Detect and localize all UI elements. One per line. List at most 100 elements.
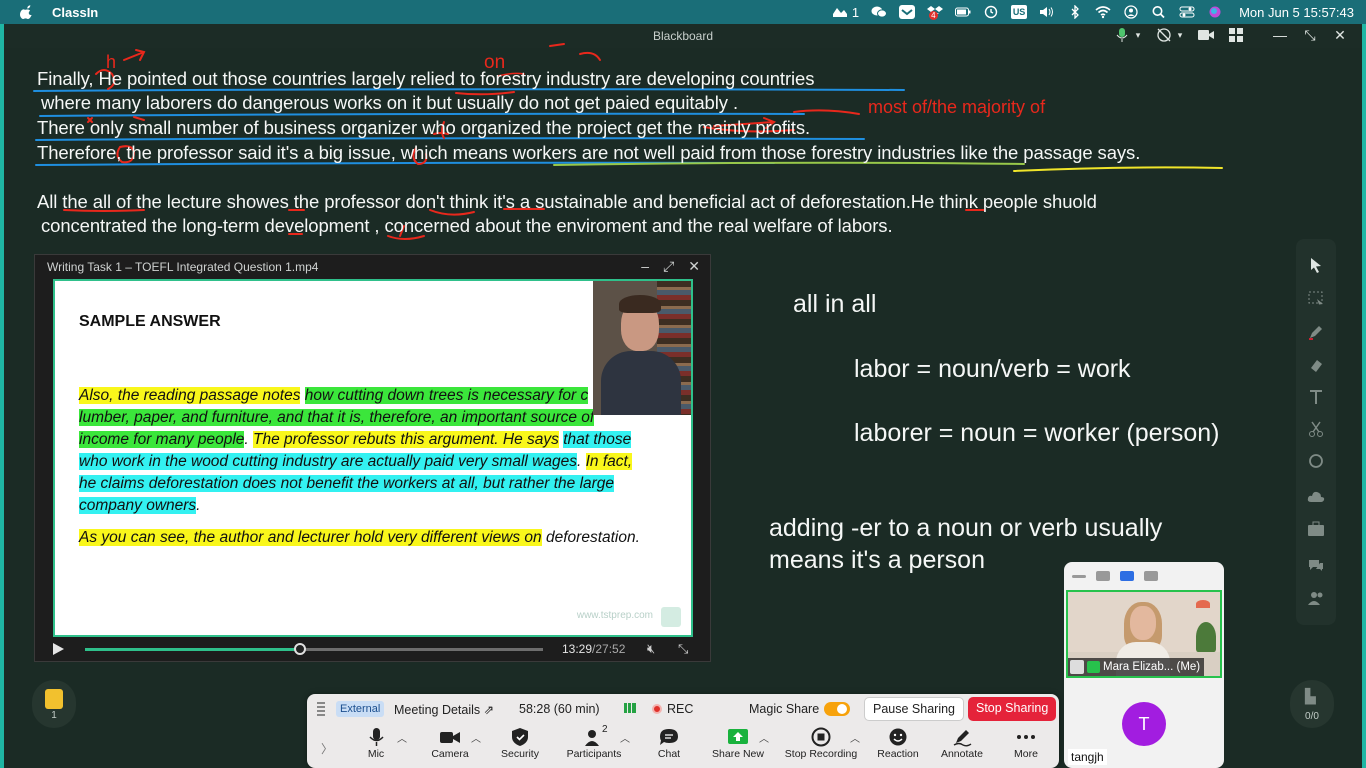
minimize-video-icon[interactable] (1072, 574, 1086, 578)
menu-clock[interactable]: Mon Jun 5 15:57:43 (1239, 5, 1354, 20)
shield-icon (512, 728, 528, 746)
spotlight-search-icon[interactable] (1151, 5, 1167, 19)
classin-tray-icon[interactable] (899, 5, 916, 19)
sharing-indicator-icon (1087, 661, 1100, 673)
microphone-icon[interactable] (1114, 27, 1130, 43)
volume-icon[interactable] (1039, 5, 1055, 19)
control-center-icon[interactable] (1179, 5, 1195, 19)
dropbox-icon[interactable]: 4 (927, 5, 944, 20)
gallery-view-icon[interactable] (1144, 571, 1158, 581)
eraser-tool-icon[interactable] (1306, 451, 1326, 471)
highlighter-tool-icon[interactable] (1306, 355, 1326, 375)
video-seekbar: 13:29/27:52 🔇︎ ⤡ (35, 637, 710, 661)
document-button[interactable]: 1 (32, 680, 76, 728)
magic-share-toggle[interactable] (824, 702, 850, 716)
reaction-button[interactable]: Reaction (865, 726, 931, 766)
rec-label: REC (667, 702, 694, 716)
bluetooth-icon[interactable] (1067, 5, 1083, 19)
participants-options-caret[interactable]: ︿ (620, 730, 630, 745)
page-button[interactable]: ▙ 0/0 (1290, 680, 1334, 728)
members-tool-icon[interactable] (1306, 588, 1326, 608)
mic-options-caret[interactable]: ︿ (397, 730, 407, 745)
chat-button[interactable]: Chat (636, 726, 702, 766)
participant-avatar[interactable]: T (1122, 702, 1166, 746)
highlight-cyan: that those (563, 431, 632, 448)
battery-icon[interactable] (955, 5, 971, 19)
highlight-cyan: company owners (79, 497, 197, 514)
participant-name: tangjh (1068, 749, 1107, 765)
self-video-tile[interactable]: Mara Elizab... (Me) (1066, 590, 1222, 678)
close-icon[interactable]: ✕ (1332, 27, 1348, 43)
note-adding-line1: adding -er to a noun or verb usually (769, 514, 1163, 542)
window-titlebar: Blackboard ▾ ▾ — ⤡ ✕ (4, 24, 1362, 48)
video-icon[interactable] (1198, 27, 1214, 43)
camera-options-caret[interactable]: ︿ (471, 730, 481, 745)
text-tool-icon[interactable] (1306, 387, 1326, 407)
dropdown-caret-icon[interactable]: ▾ (1176, 27, 1184, 43)
speaker-view-icon[interactable] (1096, 571, 1110, 581)
collapse-chevron-icon[interactable]: 〉 (321, 740, 333, 757)
seek-track[interactable] (85, 643, 543, 655)
more-button[interactable]: More (993, 726, 1059, 766)
cloud-tool-icon[interactable] (1306, 487, 1326, 507)
app-name[interactable]: ClassIn (52, 5, 98, 20)
wechat-icon[interactable] (871, 5, 888, 19)
pointer-tool-icon[interactable] (1306, 255, 1326, 275)
stop-sharing-button[interactable]: Stop Sharing (968, 697, 1057, 721)
fullscreen-icon[interactable]: ⤢ (663, 258, 674, 275)
exit-fullscreen-icon[interactable]: ⤡ (678, 641, 688, 657)
menu-bar: ClassIn 1 4 US Mon Jun 5 15:57:43 (0, 0, 1366, 24)
recording-options-caret[interactable]: ︿ (850, 730, 860, 745)
pen-tool-icon[interactable] (1306, 322, 1326, 342)
user-icon (1070, 660, 1084, 674)
reaction-label: Reaction (877, 748, 919, 760)
wifi-icon[interactable] (1095, 5, 1111, 19)
time-current: 13:29 (562, 642, 593, 656)
teams-icon[interactable] (832, 5, 848, 19)
board-line-3: There only small number of business orga… (37, 117, 811, 138)
strip-view-icon[interactable] (1120, 571, 1134, 581)
user-account-icon[interactable] (1123, 5, 1139, 19)
apple-icon[interactable] (20, 5, 34, 19)
share-options-caret[interactable]: ︿ (759, 730, 769, 745)
restore-icon[interactable]: ⤡ (1302, 27, 1318, 43)
seek-handle[interactable] (294, 643, 307, 655)
video-player-window[interactable]: Writing Task 1 – TOEFL Integrated Questi… (34, 254, 711, 662)
scissors-tool-icon[interactable] (1306, 419, 1326, 439)
video-frame[interactable]: SAMPLE ANSWER Also, the reading passage … (53, 279, 693, 637)
share-screen-icon (728, 729, 748, 744)
self-name: Mara Elizab... (Me) (1103, 661, 1201, 673)
close-icon[interactable]: ✕ (688, 258, 700, 275)
annotate-button[interactable]: Annotate (929, 726, 995, 766)
view-mode-selector (1064, 562, 1224, 590)
selection-tool-icon[interactable] (1306, 289, 1326, 309)
stop-recording-label: Stop Recording (784, 748, 858, 760)
chat-tool-icon[interactable] (1306, 555, 1326, 575)
toolbox-icon[interactable] (1306, 519, 1326, 539)
time-machine-icon[interactable] (983, 5, 999, 19)
participants-count: 2 (602, 724, 608, 735)
camera-off-icon[interactable] (1156, 27, 1172, 43)
play-icon[interactable] (53, 643, 64, 655)
pause-sharing-button[interactable]: Pause Sharing (864, 697, 965, 721)
layout-grid-icon[interactable] (1228, 27, 1244, 43)
meeting-details-button[interactable]: Meeting Details ⇗ (394, 702, 494, 717)
board-line-1: Finally, He pointed out those countries … (37, 68, 815, 89)
mute-icon[interactable]: 🔇︎ (647, 641, 655, 657)
status-tray: 1 4 US Mon Jun 5 15:57:43 (832, 0, 1354, 24)
minimize-icon[interactable]: — (1272, 27, 1288, 43)
input-source-icon[interactable]: US (1011, 5, 1028, 19)
drag-handle[interactable] (317, 702, 325, 716)
participant-face (1130, 606, 1156, 640)
minimize-icon[interactable]: – (641, 258, 649, 275)
board-line-6: concentrated the long-term development ,… (41, 215, 893, 236)
lamp (1196, 600, 1210, 608)
instructor-hair (619, 295, 661, 313)
participants-button[interactable]: Participants (561, 726, 627, 766)
player-window-controls: – ⤢ ✕ (641, 258, 700, 275)
seek-progress (85, 648, 301, 651)
sample-paragraph-1: Also, the reading passage notes how cutt… (79, 385, 659, 517)
dropdown-caret-icon[interactable]: ▾ (1134, 27, 1142, 43)
siri-icon[interactable] (1207, 5, 1223, 19)
security-button[interactable]: Security (487, 726, 553, 766)
